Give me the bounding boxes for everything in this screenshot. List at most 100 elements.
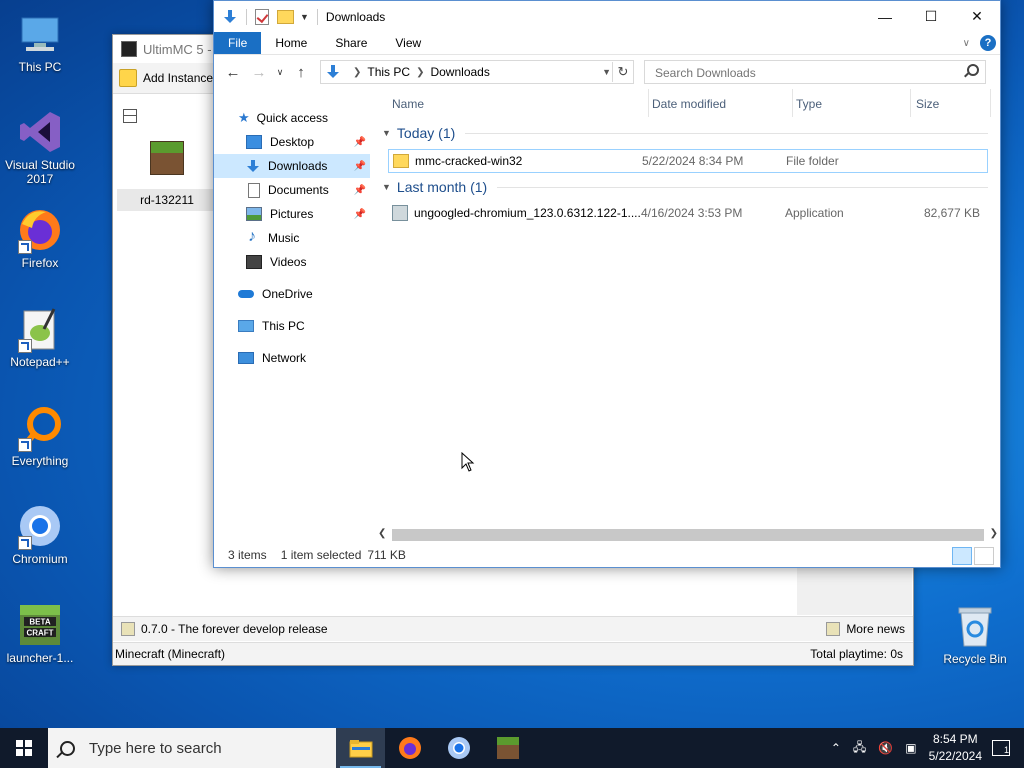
desktop-icon-firefox[interactable]: Firefox — [0, 206, 80, 270]
scrollbar-thumb[interactable] — [392, 529, 984, 541]
nav-documents[interactable]: Documents 📌 — [214, 178, 370, 202]
file-row[interactable]: ungoogled-chromium_123.0.6312.122-1.... … — [388, 202, 986, 224]
game-status: Minecraft (Minecraft) — [115, 647, 226, 661]
explorer-status-bar: 3 items 1 item selected 711 KB — [214, 543, 1000, 567]
taskbar-minecraft-launcher[interactable] — [483, 728, 532, 768]
maximize-button[interactable]: ☐ — [908, 1, 954, 32]
scroll-right-icon[interactable]: ❯ — [990, 528, 998, 539]
breadcrumb-this-pc[interactable]: This PC — [367, 65, 410, 79]
news-status[interactable]: 0.7.0 - The forever develop release — [141, 622, 328, 636]
beta-craft-icon: BETA CRAFT — [16, 601, 64, 649]
tab-file[interactable]: File — [214, 32, 262, 54]
clock[interactable]: 8:54 PM 5/22/2024 — [929, 731, 982, 765]
window-title: Downloads — [325, 9, 386, 24]
desktop-icon-everything[interactable]: Everything — [0, 404, 80, 468]
large-icons-view-button[interactable] — [974, 547, 994, 565]
chevron-right-icon[interactable]: ❯ — [353, 67, 361, 78]
pin-icon[interactable]: 📌 — [354, 185, 366, 196]
selection-count: 1 item selected — [280, 548, 362, 562]
search-input[interactable] — [653, 63, 957, 83]
column-name[interactable]: Name — [392, 97, 424, 111]
address-bar[interactable]: ❯ This PC ❯ Downloads ▼ ↻ — [320, 60, 634, 84]
download-folder-icon — [222, 9, 238, 25]
desktop-icon-beta-craft[interactable]: BETA CRAFT launcher-1... — [0, 601, 80, 665]
breadcrumb-downloads[interactable]: Downloads — [430, 65, 489, 79]
search-box[interactable] — [644, 60, 986, 84]
group-header-last-month[interactable]: ▼ Last month (1) — [378, 179, 988, 195]
nav-videos[interactable]: Videos — [214, 250, 370, 274]
group-collapse-icon[interactable] — [123, 109, 137, 123]
start-button[interactable] — [0, 728, 48, 768]
column-type[interactable]: Type — [796, 97, 822, 111]
pin-icon[interactable]: 📌 — [354, 209, 366, 220]
file-row[interactable]: mmc-cracked-win32 5/22/2024 8:34 PM File… — [388, 149, 988, 173]
tab-view[interactable]: View — [381, 32, 435, 54]
search-icon[interactable] — [967, 64, 979, 76]
desktop-icon-this-pc[interactable]: This PC — [0, 10, 80, 74]
nav-onedrive[interactable]: OneDrive — [214, 282, 370, 306]
new-folder-icon[interactable] — [277, 9, 294, 24]
nav-pictures[interactable]: Pictures 📌 — [214, 202, 370, 226]
minimize-button[interactable]: ― — [862, 1, 908, 32]
taskbar-firefox[interactable] — [385, 728, 434, 768]
add-instance-button[interactable]: Add Instance — [119, 69, 213, 87]
network-icon[interactable]: 🖧 — [853, 738, 866, 759]
notification-center-icon[interactable]: 1 — [992, 740, 1010, 756]
pin-icon[interactable]: 📌 — [354, 161, 366, 172]
more-news-button[interactable]: More news — [826, 622, 905, 636]
column-date-modified[interactable]: Date modified — [652, 97, 726, 111]
taskbar-search-placeholder: Type here to search — [89, 739, 222, 757]
file-explorer-window[interactable]: ▼ Downloads ― ☐ ✕ File Home Share View ∨… — [213, 0, 1001, 568]
nav-desktop[interactable]: Desktop 📌 — [214, 130, 370, 154]
expand-ribbon-icon[interactable]: ∨ — [963, 38, 970, 49]
group-header-today[interactable]: ▼ Today (1) — [378, 125, 988, 141]
refresh-button[interactable]: ↻ — [612, 62, 633, 82]
display-icon[interactable]: ▣ — [905, 741, 916, 755]
desktop-icon-notepadpp[interactable]: Notepad++ — [0, 305, 80, 369]
horizontal-scrollbar[interactable]: ❮ ❯ — [378, 527, 998, 543]
close-button[interactable]: ✕ — [954, 1, 1000, 32]
instance-tile[interactable]: rd-132211 — [117, 135, 217, 211]
folder-icon — [393, 154, 409, 168]
show-hidden-icons-chevron-up-icon[interactable]: ⌃ — [831, 741, 841, 755]
svg-text:BETA: BETA — [29, 618, 50, 627]
recent-locations-button[interactable]: ∨ — [272, 67, 288, 78]
explorer-titlebar[interactable]: ▼ Downloads ― ☐ ✕ — [214, 1, 1000, 32]
news-icon — [121, 622, 135, 636]
back-button[interactable]: ← — [220, 64, 246, 81]
volume-muted-icon[interactable]: 🔇 — [878, 741, 893, 755]
desktop-icon-recycle-bin[interactable]: Recycle Bin — [935, 602, 1015, 666]
help-icon[interactable]: ? — [980, 35, 996, 51]
file-date: 4/16/2024 3:53 PM — [641, 206, 743, 220]
address-dropdown-icon[interactable]: ▼ — [602, 67, 611, 77]
taskbar-chromium[interactable] — [434, 728, 483, 768]
details-view-button[interactable] — [952, 547, 972, 565]
up-button[interactable]: ↑ — [288, 64, 314, 81]
tab-home[interactable]: Home — [261, 32, 321, 54]
forward-button[interactable]: → — [246, 64, 272, 81]
chromium-icon — [16, 502, 64, 550]
properties-icon[interactable] — [255, 8, 269, 25]
navigation-pane: ★ Quick access Desktop 📌 Downloads 📌 Doc… — [214, 96, 374, 536]
file-name: ungoogled-chromium_123.0.6312.122-1.... — [414, 206, 641, 220]
chevron-right-icon[interactable]: ❯ — [416, 67, 424, 78]
firefox-icon — [398, 737, 421, 759]
scroll-left-icon[interactable]: ❮ — [378, 528, 386, 539]
navigation-bar: ← → ∨ ↑ ❯ This PC ❯ Downloads ▼ ↻ — [214, 55, 1000, 89]
mouse-cursor-icon — [461, 452, 475, 472]
nav-quick-access[interactable]: ★ Quick access — [214, 106, 394, 130]
desktop-icon-chromium[interactable]: Chromium — [0, 502, 80, 566]
taskbar-file-explorer[interactable] — [336, 728, 385, 768]
nav-downloads[interactable]: Downloads 📌 — [214, 154, 370, 178]
computer-icon — [238, 320, 254, 332]
pin-icon[interactable]: 📌 — [354, 137, 366, 148]
recycle-bin-icon — [951, 602, 999, 650]
nav-network[interactable]: Network — [214, 346, 370, 370]
column-size[interactable]: Size — [916, 97, 939, 111]
tab-share[interactable]: Share — [321, 32, 381, 54]
customize-toolbar-icon[interactable]: ▼ — [300, 12, 309, 22]
desktop-icon-visual-studio[interactable]: Visual Studio 2017 — [0, 108, 80, 186]
taskbar-search[interactable]: Type here to search — [48, 728, 336, 768]
nav-music[interactable]: Music — [214, 226, 370, 250]
nav-this-pc[interactable]: This PC — [214, 314, 370, 338]
